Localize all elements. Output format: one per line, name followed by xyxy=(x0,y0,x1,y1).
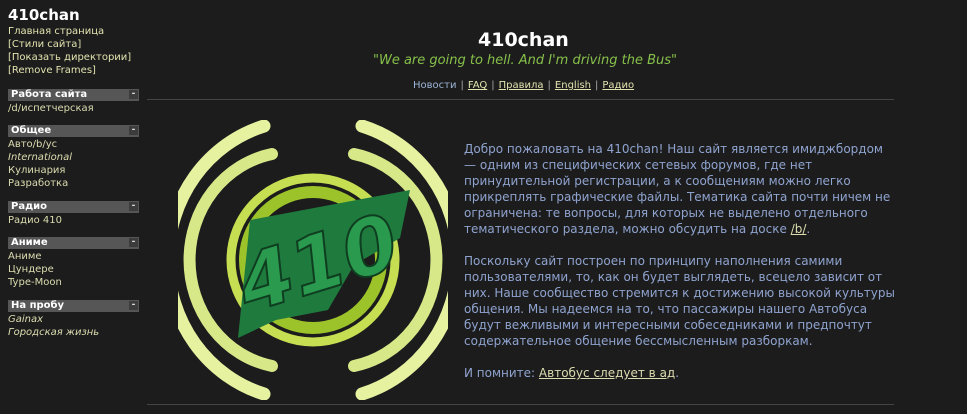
sidebar-item-gainax[interactable]: Gainax xyxy=(8,313,139,326)
section-title: Общее xyxy=(11,125,52,136)
sidebar-item-city-life[interactable]: Городская жизнь xyxy=(8,326,139,339)
sidebar-item-radio-410[interactable]: Радио 410 xyxy=(8,214,139,227)
board-b-link[interactable]: /b/ xyxy=(791,222,807,236)
sidebar-section-site-work: Работа сайта - /d/испетчерская xyxy=(8,89,139,115)
collapse-icon[interactable]: - xyxy=(129,202,138,211)
section-title: Аниме xyxy=(11,237,48,248)
nav-separator: | xyxy=(595,80,599,91)
link-home[interactable]: Главная страница xyxy=(8,25,131,38)
sidebar: 410chan Главная страница [Стили сайта] [… xyxy=(0,0,143,414)
remember-end: . xyxy=(675,366,680,380)
sidebar-item-dispatch[interactable]: /d/испетчерская xyxy=(8,102,139,115)
welcome-intro-end: . xyxy=(806,222,811,236)
main-navigation: Новости | FAQ | Правила | English | Радио xyxy=(413,80,634,91)
nav-rules[interactable]: Правила xyxy=(499,80,544,91)
divider-bottom xyxy=(147,404,894,405)
section-title: На пробу xyxy=(11,300,65,311)
link-show-directories[interactable]: [Показать директории] xyxy=(8,51,131,64)
section-title: Радио xyxy=(11,201,48,212)
sidebar-item-tsundere[interactable]: Цундере xyxy=(8,263,139,276)
collapse-icon[interactable]: - xyxy=(129,238,138,247)
remember-text: И помните: xyxy=(464,366,536,380)
welcome-text: Добро пожаловать на 410chan! Наш сайт яв… xyxy=(464,141,896,397)
sidebar-item-international[interactable]: International xyxy=(8,151,139,164)
welcome-intro: Добро пожаловать на 410chan! Наш сайт яв… xyxy=(464,142,891,236)
sidebar-section-radio: Радио - Радио 410 xyxy=(8,201,139,227)
nav-faq[interactable]: FAQ xyxy=(468,80,487,91)
collapse-icon[interactable]: - xyxy=(129,126,138,135)
section-title: Работа сайта xyxy=(11,89,88,100)
410-logo: 410 xyxy=(178,120,448,400)
section-header[interactable]: Общее - xyxy=(8,125,139,137)
section-header[interactable]: Радио - xyxy=(8,201,139,213)
welcome-paragraph-1: Добро пожаловать на 410chan! Наш сайт яв… xyxy=(464,141,896,237)
page-slogan: "We are going to hell. And I'm driving t… xyxy=(373,53,677,68)
link-remove-frames[interactable]: [Remove Frames] xyxy=(8,64,131,77)
nav-news[interactable]: Новости xyxy=(413,80,456,91)
sidebar-item-cooking[interactable]: Кулинария xyxy=(8,164,139,177)
sidebar-item-autobus[interactable]: Авто/b/ус xyxy=(8,138,139,151)
page-title: 410chan xyxy=(478,29,569,51)
collapse-icon[interactable]: - xyxy=(129,90,138,99)
link-site-styles[interactable]: [Стили сайта] xyxy=(8,38,131,51)
sidebar-top-links: Главная страница [Стили сайта] [Показать… xyxy=(8,25,131,77)
bus-to-hell-link[interactable]: Автобус следует в ад xyxy=(539,366,675,380)
nav-radio[interactable]: Радио xyxy=(602,80,634,91)
nav-english[interactable]: English xyxy=(555,80,591,91)
section-header[interactable]: Работа сайта - xyxy=(8,89,139,101)
sidebar-item-anime[interactable]: Аниме xyxy=(8,250,139,263)
sidebar-site-title: 410chan xyxy=(8,6,80,24)
divider-top xyxy=(147,99,894,100)
nav-separator: | xyxy=(547,80,551,91)
collapse-icon[interactable]: - xyxy=(129,301,138,310)
section-header[interactable]: На пробу - xyxy=(8,300,139,312)
sidebar-item-type-moon[interactable]: Type-Moon xyxy=(8,276,139,289)
welcome-paragraph-3: И помните: Автобус следует в ад. xyxy=(464,365,896,381)
sidebar-section-trial: На пробу - Gainax Городская жизнь xyxy=(8,300,139,339)
sidebar-section-anime: Аниме - Аниме Цундере Type-Moon xyxy=(8,237,139,289)
section-header[interactable]: Аниме - xyxy=(8,237,139,249)
nav-separator: | xyxy=(491,80,495,91)
welcome-paragraph-2: Поскольку сайт построен по принципу напо… xyxy=(464,254,895,348)
sidebar-section-general: Общее - Авто/b/ус International Кулинари… xyxy=(8,125,139,190)
nav-separator: | xyxy=(460,80,464,91)
sidebar-item-development[interactable]: Разработка xyxy=(8,177,139,190)
